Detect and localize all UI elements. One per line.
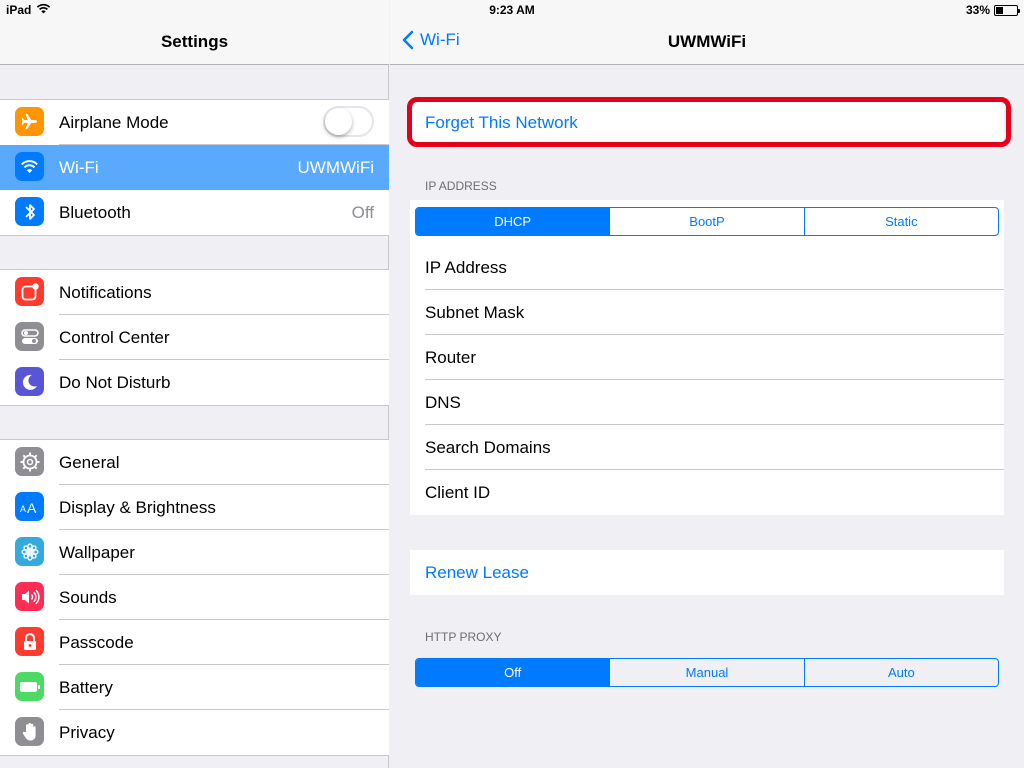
ip-row-label: Client ID	[425, 482, 491, 502]
moon-icon	[15, 367, 44, 396]
lock-icon	[15, 627, 44, 656]
ip-row-client-id: Client ID	[410, 470, 1004, 515]
sidebar-item-notifications[interactable]: Notifications	[0, 270, 389, 315]
toggle-knob	[325, 108, 352, 135]
ip-row-dns: DNS	[410, 380, 1004, 425]
sidebar-item-control-center[interactable]: Control Center	[0, 315, 389, 360]
sidebar-item-airplane-mode[interactable]: Airplane Mode	[0, 100, 389, 145]
sidebar-item-label: Notifications	[59, 282, 152, 302]
sidebar-item-value: UWMWiFi	[297, 157, 374, 177]
renew-lease-card: Renew Lease	[410, 550, 1004, 595]
sidebar-item-label: Passcode	[59, 632, 134, 652]
sidebar-item-wi-fi[interactable]: Wi-Fi UWMWiFi	[0, 145, 389, 190]
sidebar-item-display-and-brightness[interactable]: A A Display & Brightness	[0, 485, 389, 530]
sidebar-title: Settings	[160, 32, 229, 51]
settings-group: General A A Display & Brightness Wallpaper So…	[0, 439, 389, 756]
sidebar-item-label: General	[59, 452, 120, 472]
ip-mode-segmented-control: DHCP BootP Static	[415, 207, 999, 236]
display-icon: AA	[15, 492, 44, 521]
ip-row-subnet-mask: Subnet Mask	[410, 290, 1004, 335]
wifi-detail-pane: Wi-Fi UWMWiFi Forget This Network IP ADD…	[390, 0, 1024, 768]
sidebar-item-bluetooth[interactable]: Bluetooth Off	[0, 190, 389, 235]
bluetooth-icon	[15, 197, 44, 226]
ip-row-router: Router	[410, 335, 1004, 380]
notifications-icon	[15, 277, 44, 306]
ip-row-label: Router	[425, 347, 477, 367]
ip-row-label: Subnet Mask	[425, 302, 525, 322]
sidebar-item-label: Wallpaper	[59, 542, 135, 562]
sidebar-item-label: Bluetooth	[59, 202, 131, 222]
ip-segment-static[interactable]: Static	[803, 208, 998, 235]
svg-text:A: A	[27, 500, 37, 515]
sidebar-item-privacy[interactable]: Privacy	[0, 710, 389, 755]
settings-group: Airplane Mode Wi-Fi UWMWiFi Bluetooth Off	[0, 99, 389, 236]
ip-segment-dhcp[interactable]: DHCP	[416, 208, 610, 235]
sidebar-item-label: Privacy	[59, 722, 115, 742]
airplane-mode-toggle[interactable]	[323, 106, 374, 137]
wallpaper-icon	[15, 537, 44, 566]
control-center-icon	[15, 322, 44, 351]
sidebar-item-sounds[interactable]: Sounds	[0, 575, 389, 620]
http-proxy-section-label: HTTP PROXY	[425, 630, 502, 644]
renew-lease-button[interactable]: Renew Lease	[410, 550, 1004, 595]
battery-percent: 33%	[965, 3, 990, 17]
ip-row-label: Search Domains	[425, 437, 551, 457]
sidebar-item-general[interactable]: General	[0, 440, 389, 485]
ip-row-label: IP Address	[425, 257, 507, 277]
settings-group: Notifications Control Center Do Not Distur…	[0, 269, 389, 406]
sidebar-item-label: Do Not Disturb	[59, 372, 171, 392]
sidebar-item-label: Battery	[59, 677, 113, 697]
ip-row-ip-address: IP Address	[410, 245, 1004, 290]
battery-icon	[15, 672, 44, 701]
wifi-icon	[15, 152, 44, 181]
sidebar-item-label: Control Center	[59, 327, 170, 347]
sidebar-item-wallpaper[interactable]: Wallpaper	[0, 530, 389, 575]
http-proxy-segmented-control: Off Manual Auto	[415, 658, 999, 687]
ip-address-section-label: IP ADDRESS	[425, 179, 497, 193]
sidebar-item-passcode[interactable]: Passcode	[0, 620, 389, 665]
sidebar-item-do-not-disturb[interactable]: Do Not Disturb	[0, 360, 389, 405]
gear-icon	[15, 447, 44, 476]
sidebar-item-label: Display & Brightness	[59, 497, 216, 517]
ip-card: IP Address Subnet Mask Router DNS Search Dom…	[410, 200, 1004, 515]
svg-text:A: A	[20, 504, 26, 514]
status-time: 9:23 AM	[489, 3, 535, 17]
airplane-icon	[15, 107, 44, 136]
battery-status-icon	[994, 4, 1020, 16]
status-right: 33%	[965, 3, 1020, 17]
ip-row-label: DNS	[425, 392, 461, 412]
ip-row-search-domains: Search Domains	[410, 425, 1004, 470]
hand-icon	[15, 717, 44, 746]
settings-sidebar: Settings Airplane Mode Wi-Fi UWMWiFi Blueto…	[0, 0, 389, 768]
battery-fill	[996, 6, 1003, 14]
detail-title: UWMWiFi	[667, 32, 747, 51]
ip-segment-bootp[interactable]: BootP	[609, 208, 803, 235]
status-bar: iPad 9:23 AM 33%	[0, 0, 1024, 20]
proxy-segment-auto[interactable]: Auto	[803, 659, 998, 686]
proxy-segment-off[interactable]: Off	[416, 659, 610, 686]
speaker-icon	[15, 582, 44, 611]
sidebar-item-label: Wi-Fi	[59, 157, 99, 177]
renew-lease-label: Renew Lease	[425, 562, 529, 582]
proxy-segment-manual[interactable]: Manual	[609, 659, 803, 686]
red-highlight-box	[407, 97, 1011, 147]
sidebar-item-value: Off	[351, 202, 374, 222]
sidebar-item-battery[interactable]: Battery	[0, 665, 389, 710]
sidebar-item-label: Sounds	[59, 587, 117, 607]
sidebar-item-label: Airplane Mode	[59, 112, 169, 132]
